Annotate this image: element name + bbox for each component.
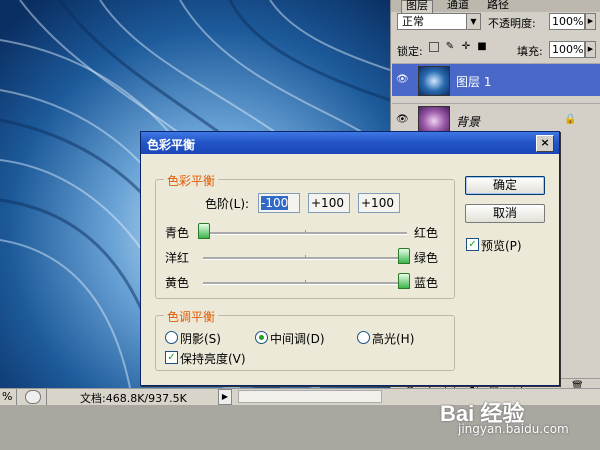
layer-thumbnail [418,66,450,96]
lock-icon: 🔒 [564,114,577,125]
slider-left-label: 黄色 [165,276,190,290]
fill-slider-icon[interactable]: ▶ [585,41,596,58]
ok-button[interactable]: 确定 [465,176,545,195]
chevron-down-icon[interactable]: ▼ [466,14,480,29]
color-balance-dialog: 色彩平衡 × 色彩平衡 色阶(L): -100 +100 +100 青色 红色 … [140,131,560,386]
lock-all-icon[interactable]: ■ [477,42,487,52]
slider-left-label: 洋红 [165,251,190,265]
tab-channels[interactable]: 通道 [443,0,473,12]
slider-thumb[interactable] [398,273,410,289]
tab-layers[interactable]: 图层 [401,0,433,13]
panel-tabs: 图层 通道 路径 [391,0,600,13]
slider-thumb[interactable] [398,248,410,264]
magenta-green-slider[interactable] [203,248,410,264]
blend-mode-select[interactable]: 正常 ▼ [397,13,481,30]
slider-left-label: 青色 [165,226,190,240]
slider-right-label: 绿色 [414,251,439,265]
highlights-radio[interactable] [357,331,370,344]
divider [16,389,17,405]
levels-cyan-red-input[interactable]: -100 [258,193,300,213]
navigator-icon[interactable] [25,390,41,404]
divider [46,389,47,405]
slider-right-label: 红色 [414,226,439,240]
midtones-radio[interactable] [255,331,268,344]
group-legend: 色彩平衡 [164,172,219,189]
layer-row[interactable]: 👁 图层 1 [392,63,600,96]
layer-name[interactable]: 背景 [456,113,480,130]
levels-magenta-green-input[interactable]: +100 [308,193,350,213]
lock-transparency-icon[interactable] [429,42,439,52]
lock-brush-icon[interactable]: ✎ [445,42,455,52]
checkbox-label[interactable]: 预览(P) [481,237,522,254]
slider-tick [305,230,306,233]
lock-label: 锁定: [397,45,423,58]
opacity-slider-icon[interactable]: ▶ [585,13,596,30]
preview-checkbox[interactable]: ✓ [466,238,479,251]
blend-mode-value: 正常 [402,15,424,28]
checkbox-label[interactable]: 保持亮度(V) [180,350,246,367]
fill-label: 填充: [517,45,543,58]
tab-paths[interactable]: 路径 [483,0,513,12]
cyan-red-slider[interactable] [198,223,407,239]
preserve-luminosity-checkbox[interactable]: ✓ [165,351,178,364]
radio-label[interactable]: 阴影(S) [180,330,221,347]
watermark-url: jingyan.baidu.com [458,422,569,436]
group-legend: 色调平衡 [164,308,219,325]
cancel-button[interactable]: 取消 [465,204,545,223]
status-menu-button[interactable]: ▶ [218,389,232,405]
slider-tick [305,280,306,283]
slider-tick [305,255,306,258]
layer-name[interactable]: 图层 1 [456,73,491,90]
radio-label[interactable]: 高光(H) [372,330,414,347]
close-button[interactable]: × [536,135,554,152]
document-info: 文档:468.8K/937.5K [80,392,187,405]
levels-yellow-blue-input[interactable]: +100 [358,193,400,213]
zoom-readout[interactable]: % [2,390,12,403]
horizontal-scrollbar[interactable] [238,390,382,403]
eye-icon[interactable]: 👁 [396,114,410,126]
slider-right-label: 蓝色 [414,276,439,290]
watermark: Bai 经验 jingyan.baidu.com [430,390,600,450]
dialog-title-bar[interactable]: 色彩平衡 × [141,132,559,154]
eye-icon[interactable]: 👁 [396,74,410,86]
opacity-input[interactable]: 100% [549,13,585,30]
fill-input[interactable]: 100% [549,41,585,58]
dialog-title: 色彩平衡 [147,138,196,152]
radio-label[interactable]: 中间调(D) [270,330,325,347]
shadows-radio[interactable] [165,331,178,344]
lock-move-icon[interactable]: ✛ [461,42,471,52]
yellow-blue-slider[interactable] [203,273,410,289]
slider-thumb[interactable] [198,223,210,239]
opacity-label: 不透明度: [488,17,536,30]
levels-label: 色阶(L): [205,197,250,211]
